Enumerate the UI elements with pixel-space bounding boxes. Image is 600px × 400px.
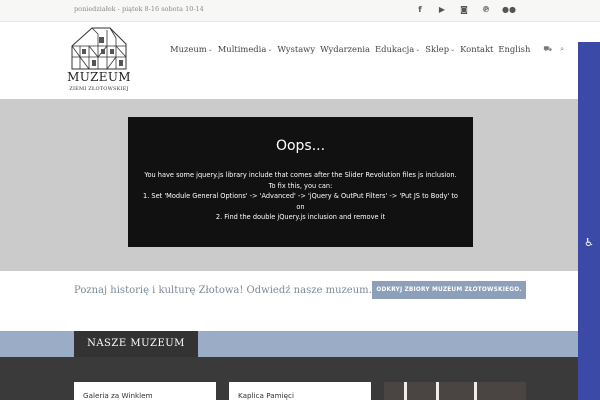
accessibility-strip <box>578 42 600 400</box>
nav-label: Muzeum <box>170 44 207 54</box>
intro-band: Poznaj historię i kulturę Złotowa! Odwie… <box>0 271 578 331</box>
photo-detail <box>404 382 407 400</box>
facebook-icon[interactable]: f <box>414 4 426 16</box>
nav-label: English <box>498 44 531 54</box>
chevron-down-icon: ⌄ <box>207 45 213 53</box>
nav-item-wydarzenia[interactable]: Wydarzenia <box>320 44 370 54</box>
logo-subtitle: ZIEMI ZŁOTOWSKIEJ <box>69 86 129 92</box>
nav-label: Wydarzenia <box>320 44 371 54</box>
social-links: f ▶ ◙ ℗ ●● <box>414 4 516 16</box>
chevron-down-icon: ⌄ <box>267 45 273 53</box>
nav-item-sklep[interactable]: Sklep ⌄ <box>425 44 455 54</box>
nav-label: Multimedia <box>217 44 267 54</box>
nav-item-wystawy[interactable]: Wystawy <box>277 44 315 54</box>
hero-slider: Oops... You have some jquery.js library … <box>0 99 578 271</box>
chevron-down-icon: ⌄ <box>415 45 421 53</box>
nav-item-english[interactable]: English <box>498 44 530 54</box>
card-kaplica[interactable]: Kaplica Pamięci <box>229 382 371 400</box>
error-line: 1. Set 'Module General Options' -> 'Adva… <box>143 192 458 211</box>
cart-icon[interactable]: ⛟ <box>543 45 552 54</box>
nav-label: Sklep <box>425 44 450 54</box>
error-line: To fix this, you can: <box>268 181 333 190</box>
site-logo[interactable]: MUZEUM ZIEMI ZŁOTOWSKIEJ <box>66 26 132 96</box>
card-galeria[interactable]: Galeria za Winklem <box>74 382 216 400</box>
opening-hours: poniedziałek - piątek 8-16 sobota 10-14 <box>74 5 204 13</box>
nav-item-multimedia[interactable]: Multimedia ⌄ <box>218 44 273 54</box>
pinterest-icon[interactable]: ℗ <box>480 4 492 16</box>
section-title: NASZE MUZEUM <box>74 331 198 357</box>
error-title: Oops... <box>275 138 326 154</box>
instagram-icon[interactable]: ◙ <box>458 4 470 16</box>
top-bar: poniedziałek - piątek 8-16 sobota 10-14 … <box>0 0 600 22</box>
nav-item-kontakt[interactable]: Kontakt <box>460 44 493 54</box>
site-header: MUZEUM ZIEMI ZŁOTOWSKIEJ Muzeum ⌄ Multime… <box>0 22 578 99</box>
main-nav: Muzeum ⌄ Multimedia ⌄ Wystawy Wydarzenia E… <box>170 44 564 54</box>
museum-building-icon <box>71 27 127 70</box>
nav-label: Wystawy <box>277 44 316 54</box>
search-icon[interactable]: ⌕ <box>560 45 564 54</box>
accessibility-icon[interactable]: ♿ <box>582 236 596 252</box>
error-line: You have some jquery.js library include … <box>144 171 457 179</box>
flickr-icon[interactable]: ●● <box>502 4 516 16</box>
card-photo[interactable] <box>384 382 526 400</box>
nav-item-muzeum[interactable]: Muzeum ⌄ <box>170 44 213 54</box>
error-line: 2. Find the double jQuery.js inclusion a… <box>215 213 386 221</box>
logo-title: MUZEUM <box>67 70 131 84</box>
discover-collections-button[interactable]: ODKRYJ ZBIORY MUZEUM ZŁOTOWSKIEGO. <box>372 281 526 299</box>
nav-label: Kontakt <box>460 44 494 54</box>
nav-item-edukacja[interactable]: Edukacja ⌄ <box>375 44 420 54</box>
photo-detail <box>436 382 439 400</box>
nav-label: Edukacja <box>375 44 415 54</box>
slider-error-box: Oops... You have some jquery.js library … <box>128 117 473 247</box>
intro-text: Poznaj historię i kulturę Złotowa! Odwie… <box>74 285 372 296</box>
photo-detail <box>474 382 477 400</box>
chevron-down-icon: ⌄ <box>450 45 456 53</box>
youtube-icon[interactable]: ▶ <box>436 4 448 16</box>
